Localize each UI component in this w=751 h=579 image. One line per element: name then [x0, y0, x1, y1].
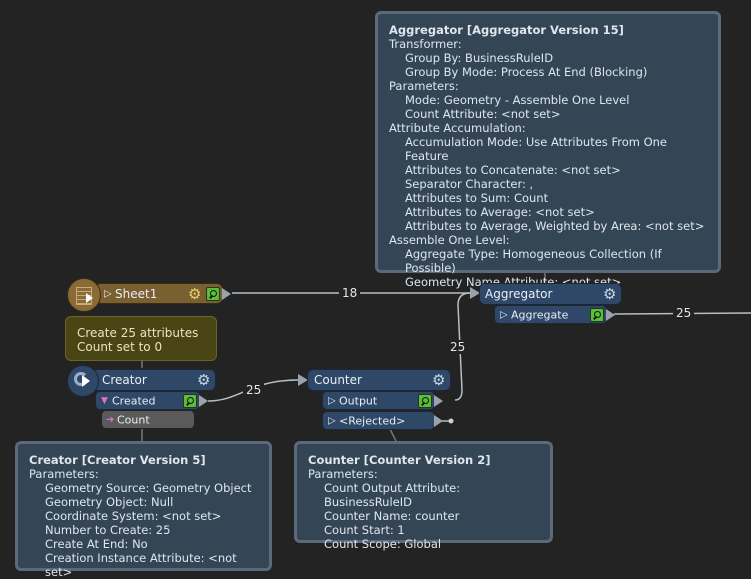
tooltip-line: Attributes to Sum: Count [405, 191, 549, 205]
tooltip-leader-counter [389, 428, 397, 442]
tooltip-line: Transformer: [389, 37, 462, 51]
tooltip-line: Parameters: [308, 467, 378, 481]
count-counter-aggregator: 25 [447, 340, 469, 354]
rejected-end-dot [448, 418, 454, 424]
count-sheet1-aggregator: 18 [339, 286, 361, 300]
spreadsheet-reader-icon [67, 278, 101, 312]
tooltip-line: Parameters: [29, 467, 99, 481]
tooltip-line: Separator Character: , [405, 177, 534, 191]
output-port-arrow[interactable] [606, 308, 615, 321]
inspect-icon[interactable] [206, 286, 220, 301]
tooltip-line: Number to Create: 25 [45, 523, 171, 537]
tooltip-line: Counter Name: counter [324, 509, 460, 523]
aggregator-tooltip: Aggregator [Aggregator Version 15] Trans… [375, 11, 721, 289]
attribute-arrow-icon: ➜ [106, 414, 115, 425]
tooltip-title: Aggregator [Aggregator Version 15] [389, 23, 624, 37]
play-outline-icon: ▷ [104, 288, 112, 299]
tooltip-line: Parameters: [389, 79, 459, 93]
count-aggregator-out: 25 [673, 306, 695, 320]
port-label: Created [112, 394, 156, 407]
play-outline-icon: ▷ [500, 309, 508, 320]
port-label: Output [339, 394, 378, 407]
tooltip-title: Counter [Counter Version 2] [308, 453, 491, 467]
tooltip-line: Create At End: No [45, 537, 148, 551]
tooltip-line: Group By Mode: Process At End (Blocking) [405, 65, 648, 79]
rejected-port[interactable]: ▷ <Rejected> [322, 411, 443, 430]
output-port-arrow[interactable] [434, 394, 443, 407]
tooltip-line: Accumulation Mode: Use Attributes From O… [405, 135, 668, 163]
arrow-glyph [86, 293, 93, 303]
tooltip-line: Count Start: 1 [324, 523, 405, 537]
creator-arrow-glyph [82, 375, 90, 387]
transformer-label: Counter [314, 373, 362, 387]
tooltip-line: Geometry Object: Null [45, 495, 174, 509]
creator-tooltip: Creator [Creator Version 5] Parameters: G… [15, 441, 272, 579]
gear-icon[interactable]: ⚙ [432, 371, 445, 389]
gear-icon[interactable]: ⚙ [188, 285, 201, 303]
counter-transformer[interactable]: Counter ⚙ [307, 369, 451, 391]
creator-transformer[interactable]: Creator ⚙ [90, 369, 216, 391]
sheet1-reader[interactable]: ▷ Sheet1 ⚙ [95, 283, 231, 304]
inspect-icon[interactable] [183, 393, 197, 408]
tooltip-line: Count Output Attribute: BusinessRuleID [324, 481, 461, 509]
tooltip-line: Attribute Accumulation: [389, 121, 526, 135]
reader-label: Sheet1 [115, 286, 158, 301]
tooltip-line: Attributes to Average, Weighted by Area:… [405, 219, 705, 233]
tooltip-line: Creation Instance Attribute: <not set> [45, 551, 237, 579]
created-output-port[interactable]: ▼ Created [95, 391, 208, 410]
tooltip-line: Count Scope: Global [324, 537, 442, 551]
counter-tooltip: Counter [Counter Version 2] Parameters: C… [294, 441, 553, 551]
aggregator-transformer[interactable]: Aggregator ⚙ [479, 283, 622, 305]
triangle-down-icon: ▼ [101, 395, 108, 406]
tooltip-line: Geometry Source: Geometry Object [45, 481, 252, 495]
tooltip-line: Attributes to Average: <not set> [405, 205, 595, 219]
tooltip-title: Creator [Creator Version 5] [29, 453, 206, 467]
tooltip-line: Attributes to Concatenate: <not set> [405, 163, 621, 177]
creator-icon [67, 365, 99, 397]
annotation-line: Count set to 0 [77, 340, 163, 354]
play-outline-icon: ▷ [328, 395, 336, 406]
inspect-icon[interactable] [590, 307, 604, 322]
count-attribute[interactable]: ➜ Count [101, 410, 195, 429]
annotation-note[interactable]: Create 25 attributes Count set to 0 [65, 316, 217, 361]
output-port-arrow[interactable] [434, 414, 443, 427]
aggregate-output-port[interactable]: ▷ Aggregate [494, 305, 615, 324]
tooltip-line: Count Attribute: <not set> [405, 107, 561, 121]
tooltip-line: Assemble One Level: [389, 233, 510, 247]
output-port-arrow[interactable] [199, 394, 208, 407]
transformer-label: Creator [102, 373, 147, 387]
port-label: Aggregate [511, 308, 569, 321]
tooltip-line: Group By: BusinessRuleID [405, 51, 554, 65]
count-creator-counter: 25 [243, 383, 265, 397]
tooltip-line: Mode: Geometry - Assemble One Level [405, 93, 630, 107]
tooltip-line: Coordinate System: <not set> [45, 509, 222, 523]
attribute-label: Count [117, 413, 150, 426]
annotation-line: Create 25 attributes [77, 326, 199, 340]
inspect-icon[interactable] [418, 393, 432, 408]
play-outline-icon: ▷ [328, 415, 336, 426]
gear-icon[interactable]: ⚙ [197, 371, 210, 389]
output-port-arrow[interactable] [222, 287, 231, 300]
gear-icon[interactable]: ⚙ [603, 285, 616, 303]
tooltip-line: Aggregate Type: Homogeneous Collection (… [405, 247, 662, 275]
port-label: <Rejected> [339, 414, 406, 427]
output-port[interactable]: ▷ Output [322, 391, 443, 410]
transformer-label: Aggregator [485, 287, 553, 301]
